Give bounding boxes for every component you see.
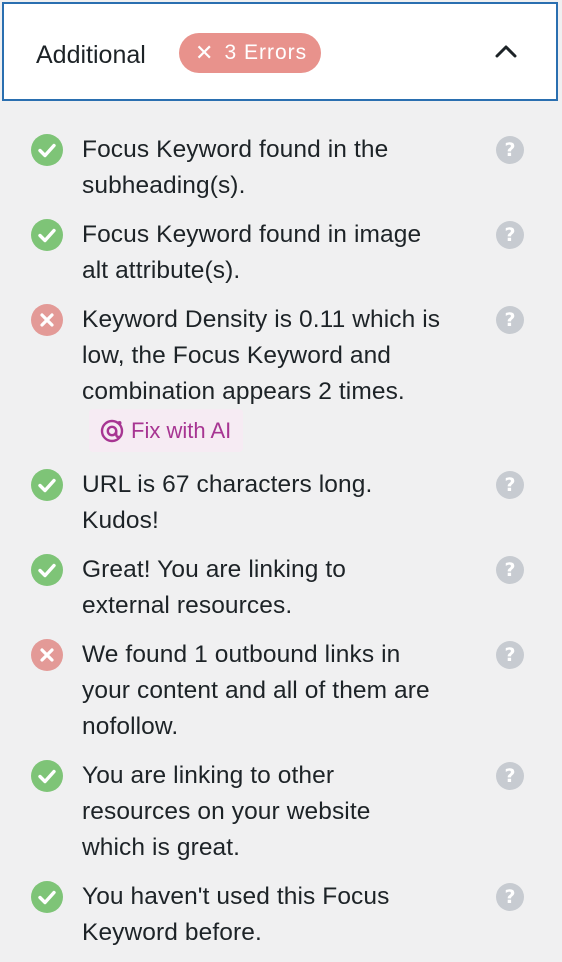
check-fail-icon (31, 639, 63, 671)
error-count-badge: ✕ 3 Errors (179, 33, 322, 73)
check-text: We found 1 outbound links in your conten… (82, 641, 430, 740)
check-text: Great! You are linking to external resou… (82, 556, 347, 619)
check-text: URL is 67 characters long. Kudos! (82, 471, 373, 534)
check-pass-icon (31, 134, 63, 166)
list-item: We found 1 outbound links in your conten… (0, 637, 562, 745)
ai-icon (100, 419, 124, 442)
check-pass-icon (31, 219, 63, 251)
section-header[interactable]: Additional ✕ 3 Errors (2, 2, 558, 101)
chevron-up-icon (495, 45, 517, 58)
question-mark-icon[interactable]: ? (496, 221, 524, 249)
question-mark-icon[interactable]: ? (496, 762, 524, 790)
check-pass-icon (31, 469, 63, 501)
check-text: Focus Keyword found in image alt attribu… (82, 221, 422, 284)
close-icon: ✕ (195, 40, 215, 65)
question-mark-icon[interactable]: ? (496, 556, 524, 584)
check-text: Keyword Density is 0.11 which is low, th… (82, 306, 441, 405)
list-item: You are linking to other resources on yo… (0, 758, 562, 866)
list-item: Focus Keyword found in the subheading(s)… (0, 132, 562, 204)
list-item: Great! You are linking to external resou… (0, 552, 562, 624)
list-item: Focus Keyword found in image alt attribu… (0, 217, 562, 289)
check-fail-icon (31, 304, 63, 336)
check-text: You are linking to other resources on yo… (82, 762, 371, 861)
list-item: URL is 67 characters long. Kudos! ? (0, 467, 562, 539)
list-item: You haven't used this Focus Keyword befo… (0, 879, 562, 951)
fix-with-ai-button[interactable]: Fix with AI (89, 409, 244, 452)
check-text: Focus Keyword found in the subheading(s)… (82, 136, 389, 199)
question-mark-icon[interactable]: ? (496, 306, 524, 334)
list-item: Keyword Density is 0.11 which is low, th… (0, 302, 562, 452)
check-text: You haven't used this Focus Keyword befo… (82, 883, 390, 946)
fix-with-ai-label: Fix with AI (131, 417, 232, 443)
collapse-toggle-button[interactable] (492, 38, 520, 66)
check-pass-icon (31, 881, 63, 913)
check-pass-icon (31, 554, 63, 586)
question-mark-icon[interactable]: ? (496, 641, 524, 669)
error-count-label: 3 Errors (224, 41, 308, 64)
question-mark-icon[interactable]: ? (496, 883, 524, 911)
question-mark-icon[interactable]: ? (496, 136, 524, 164)
question-mark-icon[interactable]: ? (496, 471, 524, 499)
check-pass-icon (31, 760, 63, 792)
section-title: Additional (36, 41, 146, 69)
